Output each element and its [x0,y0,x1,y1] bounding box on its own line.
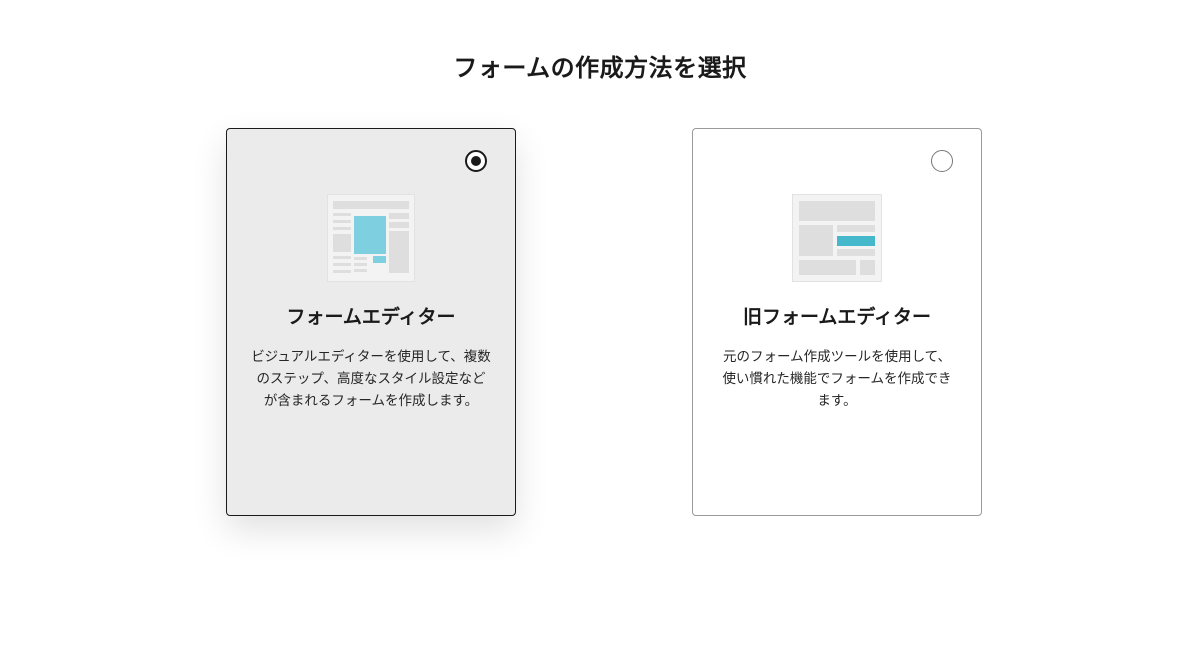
radio-dot [471,156,481,166]
page-title: フォームの作成方法を選択 [453,54,747,82]
option-description: ビジュアルエディターを使用して、複数のステップ、高度なスタイル設定などが含まれる… [251,349,491,409]
radio-button-unselected[interactable] [931,150,953,172]
option-description: 元のフォーム作成ツールを使用して、使い慣れた機能でフォームを作成できます。 [722,349,952,409]
option-title: フォームエディター [286,306,456,328]
radio-button-selected[interactable] [465,150,487,172]
legacy-form-editor-illustration-icon [792,194,882,282]
option-card-legacy-form-editor[interactable]: 旧フォームエディター 元のフォーム作成ツールを使用して、使い慣れた機能でフォーム… [692,128,982,516]
form-editor-illustration-icon [327,194,415,282]
option-card-form-editor[interactable]: フォームエディター ビジュアルエディターを使用して、複数のステップ、高度なスタイ… [226,128,516,516]
option-title: 旧フォームエディター [742,306,932,328]
